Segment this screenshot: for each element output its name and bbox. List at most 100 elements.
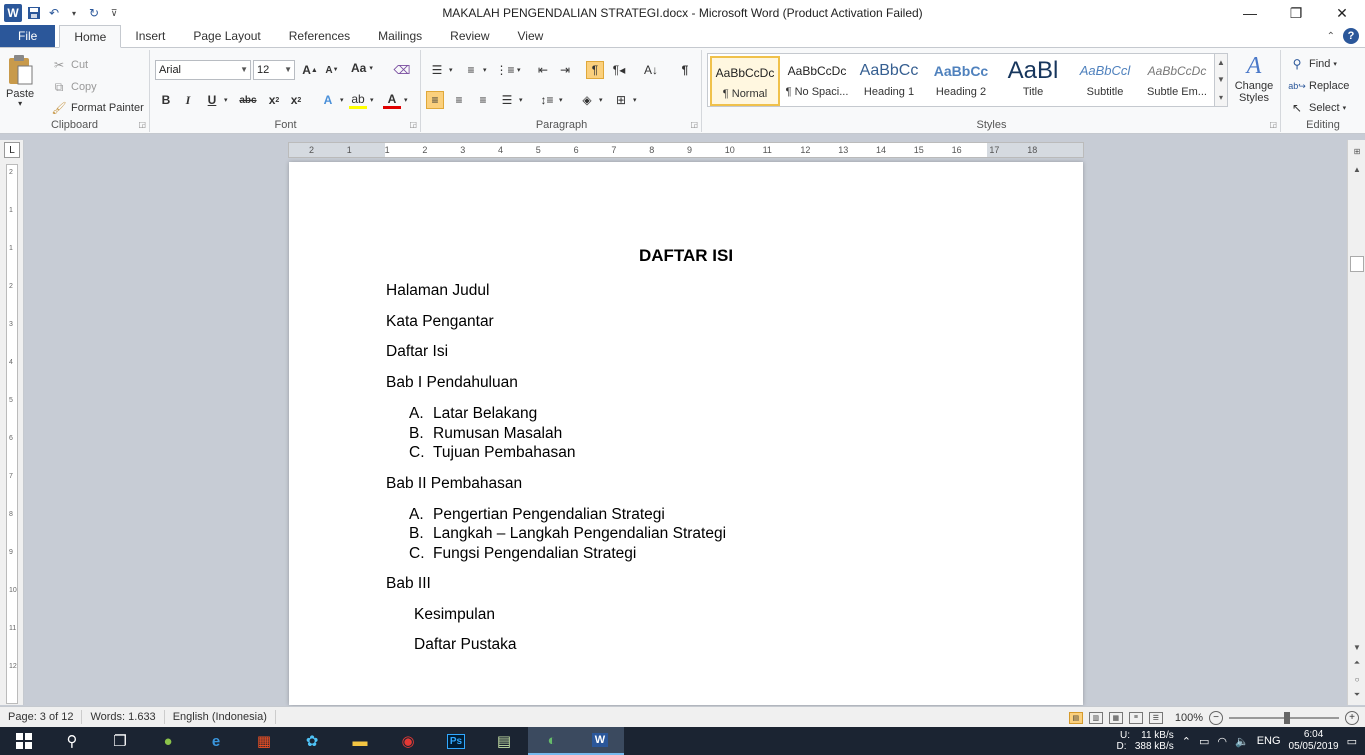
sync-app-icon[interactable]: ✿ [288, 727, 336, 755]
web-layout-icon[interactable]: ▦ [1108, 711, 1123, 724]
dialog-launcher-icon[interactable]: ◲ [409, 120, 417, 129]
line-spacing-button[interactable]: ↕≡ ▾ [538, 91, 562, 109]
paste-button[interactable]: Paste ▾ [6, 54, 34, 108]
text-effects-button[interactable]: A ▾ [319, 91, 344, 109]
help-icon[interactable]: ? [1343, 28, 1359, 44]
shrink-font-button[interactable]: A ▼ [323, 61, 341, 79]
redo-icon[interactable]: ↻ [86, 5, 102, 21]
zoom-in-icon[interactable]: + [1345, 710, 1359, 725]
battery-icon[interactable]: ▭ [1199, 735, 1209, 748]
android-app-icon[interactable]: ● [144, 727, 192, 755]
font-name-combo[interactable]: Arial ▼ [155, 60, 251, 80]
select-button[interactable]: ↖ Select ▾ [1288, 99, 1346, 117]
notification-icon[interactable]: ▭ [1347, 735, 1357, 748]
horizontal-ruler[interactable]: 2 1 1 2 3 4 5 6 7 8 9 10 11 12 13 14 15 16 17 18 [288, 142, 1084, 158]
outline-view-icon[interactable]: ≡ [1128, 711, 1143, 724]
minimize-ribbon-icon[interactable]: ⌃ [1327, 31, 1335, 42]
tab-selector-icon[interactable]: L [4, 142, 20, 158]
vertical-ruler-track[interactable]: 2 1 1 2 3 4 5 6 7 8 9 10 11 12 [6, 164, 18, 704]
sort-button[interactable]: A↓ [642, 61, 660, 79]
bold-button[interactable]: B [157, 91, 175, 109]
full-screen-reading-icon[interactable]: ▥ [1088, 711, 1103, 724]
align-center-button[interactable]: ≡ [450, 91, 468, 109]
underline-button[interactable]: U ▾ [203, 91, 228, 109]
dropdown-icon[interactable]: ▾ [66, 5, 82, 21]
superscript-button[interactable]: x2 [287, 91, 305, 109]
shading-button[interactable]: ◈ ▾ [578, 91, 602, 109]
change-styles-button[interactable]: A Change Styles [1232, 53, 1276, 104]
borders-button[interactable]: ⊞ ▾ [612, 91, 637, 109]
language-indicator[interactable]: English (Indonesia) [165, 710, 276, 724]
tab-file[interactable]: File [0, 25, 56, 47]
ltr-button[interactable]: ¶ [586, 61, 604, 79]
subscript-button[interactable]: x2 [265, 91, 283, 109]
multilevel-list-button[interactable]: ⋮≡ ▾ [496, 61, 521, 79]
file-explorer-icon[interactable]: ▬ [336, 727, 384, 755]
rtl-button[interactable]: ¶◂ [610, 61, 628, 79]
dialog-launcher-icon[interactable]: ◲ [690, 120, 698, 129]
cut-button[interactable]: ✂ Cut [50, 56, 88, 74]
dialog-launcher-icon[interactable]: ◲ [1269, 120, 1277, 129]
find-button[interactable]: ⚲ Find ▾ [1288, 55, 1337, 73]
tab-page-layout[interactable]: Page Layout [179, 25, 274, 47]
style-subtitle[interactable]: AaBbCcl Subtitle [1070, 56, 1140, 106]
photoshop-icon[interactable]: Ps [432, 727, 480, 755]
tab-insert[interactable]: Insert [121, 25, 179, 47]
decrease-indent-button[interactable]: ⇤ [534, 61, 552, 79]
tab-references[interactable]: References [275, 25, 364, 47]
style-subtle-emphasis[interactable]: AaBbCcDc Subtle Em... [1142, 56, 1212, 106]
save-icon[interactable] [26, 5, 42, 21]
wifi-icon[interactable]: ◠ [1217, 735, 1227, 748]
language-tray[interactable]: ENG [1257, 735, 1281, 747]
highlight-button[interactable]: ab ▾ [349, 91, 374, 109]
align-right-button[interactable]: ≡ [474, 91, 492, 109]
show-formatting-button[interactable]: ¶ [676, 61, 694, 79]
justify-button[interactable]: ☰ ▾ [498, 91, 523, 109]
style-title[interactable]: AaBl Title [998, 56, 1068, 106]
vertical-scrollbar[interactable]: ⊞ ▲ ▼ ⏶ ○ ⏷ [1347, 140, 1365, 705]
zoom-out-icon[interactable]: − [1209, 710, 1223, 725]
clear-formatting-button[interactable]: ⌫ [393, 61, 411, 79]
more-icon[interactable]: ▾ [1219, 93, 1223, 102]
draft-view-icon[interactable]: ☰ [1148, 711, 1163, 724]
windows-start-icon[interactable] [0, 727, 48, 755]
chrome-icon[interactable]: ◉ [384, 727, 432, 755]
style-normal[interactable]: AaBbCcDc ¶ Normal [710, 56, 780, 106]
font-size-combo[interactable]: 12 ▼ [253, 60, 295, 80]
numbering-button[interactable]: ≡ ▾ [462, 61, 486, 79]
tab-view[interactable]: View [504, 25, 558, 47]
volume-icon[interactable]: 🔈 [1235, 735, 1249, 748]
page-count[interactable]: Page: 3 of 12 [0, 710, 83, 724]
chevron-down-icon[interactable]: ▼ [1217, 75, 1225, 84]
maps-app-icon[interactable]: ◐ [528, 727, 576, 755]
strikethrough-button[interactable]: abc [239, 91, 257, 109]
increase-indent-button[interactable]: ⇥ [556, 61, 574, 79]
bullets-button[interactable]: ☰ ▾ [428, 61, 453, 79]
dialog-launcher-icon[interactable]: ◲ [138, 120, 146, 129]
ruler-toggle-icon[interactable]: ⊞ [1350, 144, 1364, 158]
format-painter-button[interactable]: 🖌 Format Painter [50, 99, 143, 117]
style-heading-1[interactable]: AaBbCc Heading 1 [854, 56, 924, 106]
previous-page-icon[interactable]: ⏶ [1350, 656, 1364, 670]
browse-object-icon[interactable]: ○ [1350, 672, 1364, 686]
style-no-spacing[interactable]: AaBbCcDc ¶ No Spaci... [782, 56, 852, 106]
notepad-app-icon[interactable]: ▤ [480, 727, 528, 755]
word-icon[interactable]: W [4, 4, 22, 22]
minimize-icon[interactable]: — [1227, 0, 1273, 26]
edge-browser-icon[interactable]: e [192, 727, 240, 755]
chevron-up-icon[interactable]: ⌃ [1182, 735, 1191, 748]
word-count[interactable]: Words: 1.633 [82, 710, 165, 724]
next-page-icon[interactable]: ⏷ [1350, 688, 1364, 702]
replace-button[interactable]: ab↪ Replace [1288, 77, 1349, 95]
clock[interactable]: 6:04 05/05/2019 [1289, 729, 1339, 753]
font-color-button[interactable]: A ▾ [383, 91, 408, 109]
document-page[interactable]: DAFTAR ISI Halaman Judul Kata Pengantar … [289, 162, 1083, 705]
close-icon[interactable]: ✕ [1319, 0, 1365, 26]
task-view-icon[interactable]: ❐ [96, 727, 144, 755]
customize-qat-icon[interactable]: ⊽ [106, 5, 122, 21]
tab-mailings[interactable]: Mailings [364, 25, 436, 47]
tab-review[interactable]: Review [436, 25, 503, 47]
zoom-slider[interactable] [1229, 711, 1339, 724]
search-icon[interactable]: ⚲ [48, 727, 96, 755]
grow-font-button[interactable]: A ▲ [301, 61, 319, 79]
